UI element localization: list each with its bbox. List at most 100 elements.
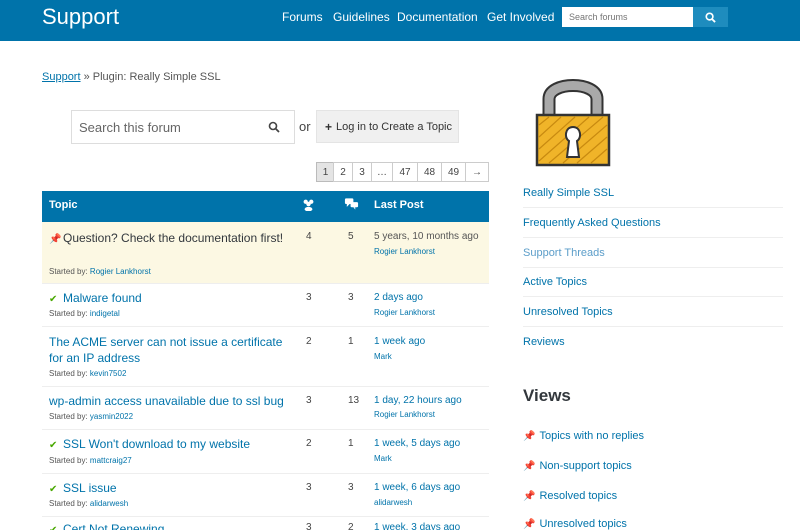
users-icon [303,199,314,211]
last-poster-link[interactable]: Rogier Lankhorst [374,308,435,317]
topic-author-link[interactable]: mattcraig27 [90,456,132,465]
divider [523,207,783,208]
forum-search-input[interactable]: Search this forum [71,110,295,144]
table-row: ✔ Malware found Started by: indigetal 3 3… [42,284,489,327]
freshness-link[interactable]: 1 day, 22 hours ago [374,395,462,406]
sidebar-link-reviews[interactable]: Reviews [523,336,783,348]
post-count: 5 [348,231,354,242]
table-row: ✔ SSL issue Started by: alidarwesh 3 3 1 … [42,474,489,517]
freshness-link[interactable]: 1 week, 3 days ago [374,522,460,530]
topic-title-link[interactable]: SSL issue [63,481,117,495]
topic-title-link[interactable]: wp-admin access unavailable due to ssl b… [49,394,284,408]
sidebar-link-support-threads[interactable]: Support Threads [523,247,783,259]
page-link[interactable]: 48 [417,162,442,182]
pin-icon: 📌 [49,234,62,245]
table-row: ✔Cert Not Renewing 3 2 1 week, 3 days ag… [42,517,489,530]
breadcrumb-current: Plugin: Really Simple SSL [92,71,221,83]
voice-count: 3 [306,395,312,406]
topic-title-link[interactable]: Cert Not Renewing [63,522,164,530]
nav-forums[interactable]: Forums [282,10,323,24]
next-page-link[interactable]: → [465,162,489,182]
search-icon[interactable] [268,121,280,133]
create-topic-label: Log in to Create a Topic [336,120,452,133]
voice-count: 3 [306,292,312,303]
pin-icon: 📌 [523,461,536,472]
topic-author-link[interactable]: indigetal [90,309,120,318]
check-icon: ✔ [49,523,63,530]
topic-title-link[interactable]: Malware found [63,291,142,305]
search-icon [705,11,716,23]
post-count: 2 [348,522,354,530]
topic-author-link[interactable]: Rogier Lankhorst [90,267,151,276]
header-search-input[interactable] [562,7,693,27]
topics-table-header: Topic Last Post [42,191,489,222]
last-poster-link[interactable]: Rogier Lankhorst [374,247,435,256]
last-poster-link[interactable]: Mark [374,454,392,463]
sidebar-link-faq[interactable]: Frequently Asked Questions [523,217,783,229]
view-link-unresolved[interactable]: 📌 Unresolved topics [523,518,627,530]
topic-author-link[interactable]: kevin7502 [90,369,126,378]
post-count: 13 [348,395,360,406]
page-link[interactable]: 2 [333,162,353,182]
table-row: 📌 Question? Check the documentation first… [42,222,489,284]
last-post-column-header: Last Post [374,199,424,211]
view-link-label: Non-support topics [539,460,632,472]
voice-count: 3 [306,482,312,493]
topic-title-link[interactable]: Question? Check the documentation first! [63,231,283,245]
divider [523,237,783,238]
page-link[interactable]: 3 [352,162,372,182]
freshness-link[interactable]: 5 years, 10 months ago [374,231,479,242]
create-topic-button[interactable]: + Log in to Create a Topic [316,110,459,143]
voice-count: 2 [306,336,312,347]
freshness-link[interactable]: 1 week ago [374,336,425,347]
topic-title-link[interactable]: The ACME server can not issue a certific… [49,335,282,365]
post-count: 1 [348,336,354,347]
breadcrumb-separator: » [83,71,90,83]
views-heading: Views [523,386,571,405]
page-link[interactable]: 49 [441,162,466,182]
pin-icon: 📌 [523,431,536,442]
topic-column-header: Topic [49,199,78,211]
view-link-non-support[interactable]: 📌 Non-support topics [523,460,632,472]
page-ellipsis: … [371,162,393,182]
nav-guidelines[interactable]: Guidelines [333,10,390,24]
pin-icon: 📌 [523,519,536,530]
breadcrumb-root-link[interactable]: Support [42,71,81,83]
nav-get-involved[interactable]: Get Involved [487,10,554,24]
divider [523,296,783,297]
started-by-label: Started by: [49,369,88,378]
started-by-label: Started by: [49,309,88,318]
table-row: ✔ SSL Won't download to my website Starte… [42,430,489,474]
check-icon: ✔ [49,294,58,305]
freshness-link[interactable]: 1 week, 6 days ago [374,482,460,493]
check-icon: ✔ [49,440,58,451]
voice-count: 4 [306,231,312,242]
sidebar-link-active-topics[interactable]: Active Topics [523,276,783,288]
view-link-label: Unresolved topics [539,518,627,530]
freshness-link[interactable]: 2 days ago [374,292,423,303]
last-poster-link[interactable]: Mark [374,352,392,361]
topic-author-link[interactable]: yasmin2022 [90,412,133,421]
view-link-no-replies[interactable]: 📌 Topics with no replies [523,430,644,442]
topic-title-link[interactable]: SSL Won't download to my website [63,437,250,451]
nav-documentation[interactable]: Documentation [397,10,478,24]
topic-author-link[interactable]: alidarwesh [90,499,128,508]
page-link[interactable]: 47 [392,162,418,182]
last-poster-link[interactable]: Rogier Lankhorst [374,410,435,419]
freshness-link[interactable]: 1 week, 5 days ago [374,438,460,449]
table-row: The ACME server can not issue a certific… [42,327,489,387]
speech-bubbles-icon [344,198,359,210]
last-poster-link[interactable]: alidarwesh [374,498,412,507]
started-by-label: Started by: [49,499,88,508]
sidebar-link-plugin[interactable]: Really Simple SSL [523,187,783,199]
view-link-resolved[interactable]: 📌 Resolved topics [523,490,617,502]
header-search-button[interactable] [693,7,728,27]
divider [523,326,783,327]
padlock-icon [535,79,611,167]
sidebar-link-unresolved-topics[interactable]: Unresolved Topics [523,306,783,318]
started-by-label: Started by: [49,267,88,276]
site-header: Support Forums Guidelines Documentation … [0,0,800,41]
started-by-label: Started by: [49,456,88,465]
site-brand-link[interactable]: Support [42,4,119,30]
check-icon: ✔ [49,484,58,495]
